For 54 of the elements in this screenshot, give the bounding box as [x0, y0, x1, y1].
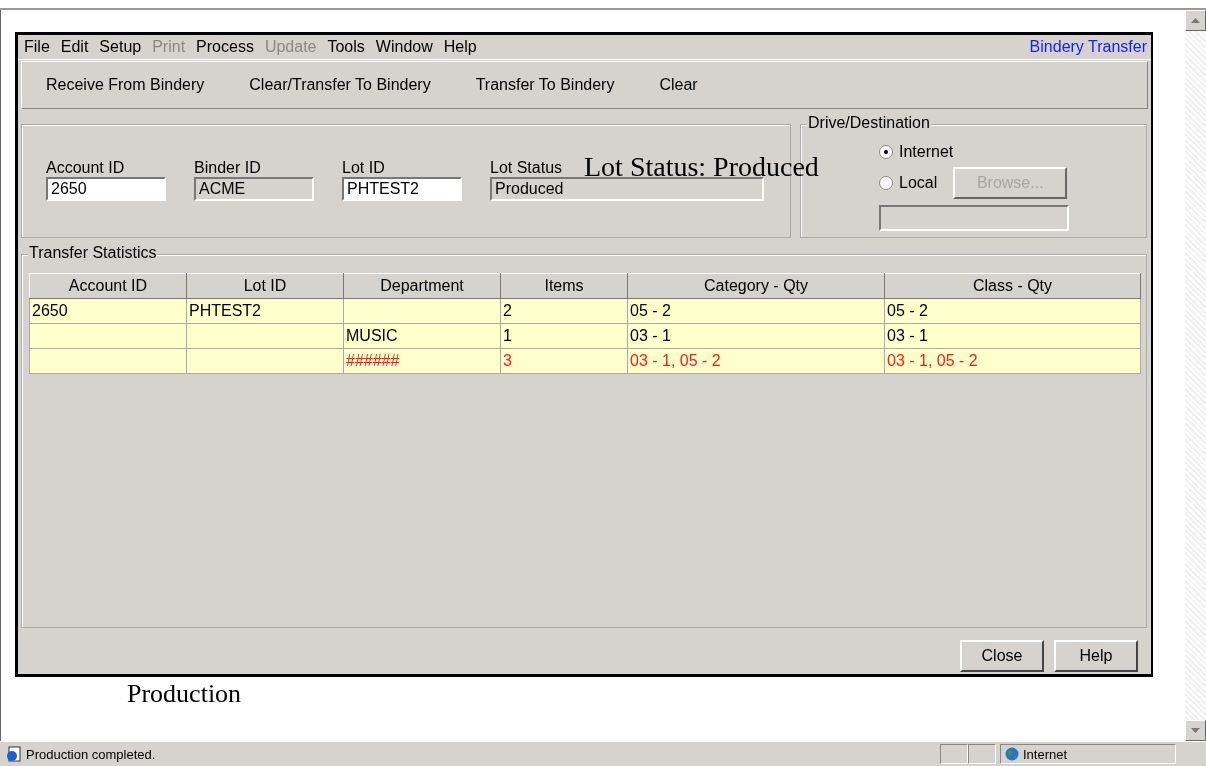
field-label: Binder ID	[194, 159, 261, 177]
radio-label: Internet	[899, 143, 954, 161]
dialog-button[interactable]: Close	[960, 640, 1044, 672]
menu-item[interactable]: Edit	[60, 38, 89, 56]
scroll-down-icon[interactable]	[1185, 720, 1206, 741]
column-header[interactable]: Lot ID	[186, 273, 344, 299]
field-label: Account ID	[46, 159, 125, 177]
page-icon	[6, 746, 22, 762]
toolbar-button[interactable]: Clear	[659, 76, 698, 94]
toolbar-button[interactable]: Receive From Bindery	[46, 76, 205, 94]
form-title: Bindery Transfer	[1029, 38, 1147, 56]
dialog-button[interactable]: Help	[1054, 640, 1138, 672]
table-cell: 05 - 2	[884, 298, 1141, 324]
table-cell: 03 - 1, 05 - 2	[884, 348, 1141, 374]
scrollbar[interactable]	[1185, 10, 1206, 741]
table-cell: 2	[500, 298, 628, 324]
table-cell: 03 - 1, 05 - 2	[627, 348, 885, 374]
table-cell: 03 - 1	[627, 323, 885, 349]
scroll-up-icon[interactable]	[1185, 10, 1206, 31]
radio-label: Local	[899, 174, 938, 192]
menu-item[interactable]: Window	[375, 38, 433, 56]
toolbar-button[interactable]: Clear/Transfer To Bindery	[249, 76, 431, 94]
radio-button[interactable]	[879, 145, 893, 159]
menu-item[interactable]: Setup	[99, 38, 142, 56]
table-cell: PHTEST2	[186, 298, 344, 324]
column-header[interactable]: Department	[343, 273, 501, 299]
column-header[interactable]: Items	[500, 273, 628, 299]
table-cell: 03 - 1	[884, 323, 1141, 349]
field-label: Lot Status	[490, 159, 563, 177]
input-field[interactable]: PHTEST2	[342, 177, 462, 201]
status-message: Production completed.	[26, 746, 157, 762]
menu-item[interactable]: File	[24, 38, 50, 56]
zone-label: Internet	[1023, 746, 1068, 762]
table-cell: 2650	[29, 298, 187, 324]
column-header[interactable]: Category - Qty	[627, 273, 885, 299]
table-cell: 1	[500, 323, 628, 349]
table-cell: MUSIC	[343, 323, 501, 349]
radio-button[interactable]	[879, 176, 893, 190]
status-pane	[940, 744, 968, 764]
input-field[interactable]: 2650	[46, 177, 166, 201]
column-header[interactable]: Account ID	[29, 273, 187, 299]
status-pane	[968, 744, 996, 764]
table-cell: 3	[500, 348, 628, 374]
menu-item[interactable]: Help	[443, 38, 477, 56]
field-label: Lot ID	[342, 159, 385, 177]
menu-item[interactable]: Process	[196, 38, 254, 56]
table-cell: 05 - 2	[627, 298, 885, 324]
column-header[interactable]: Class - Qty	[884, 273, 1141, 299]
toolbar-button[interactable]: Transfer To Bindery	[475, 76, 615, 94]
menu-item[interactable]: Tools	[327, 38, 365, 56]
caption: Production	[127, 679, 242, 709]
table-cell: ######	[343, 348, 501, 374]
globe-icon	[1005, 747, 1019, 761]
path-field[interactable]	[879, 205, 1069, 231]
